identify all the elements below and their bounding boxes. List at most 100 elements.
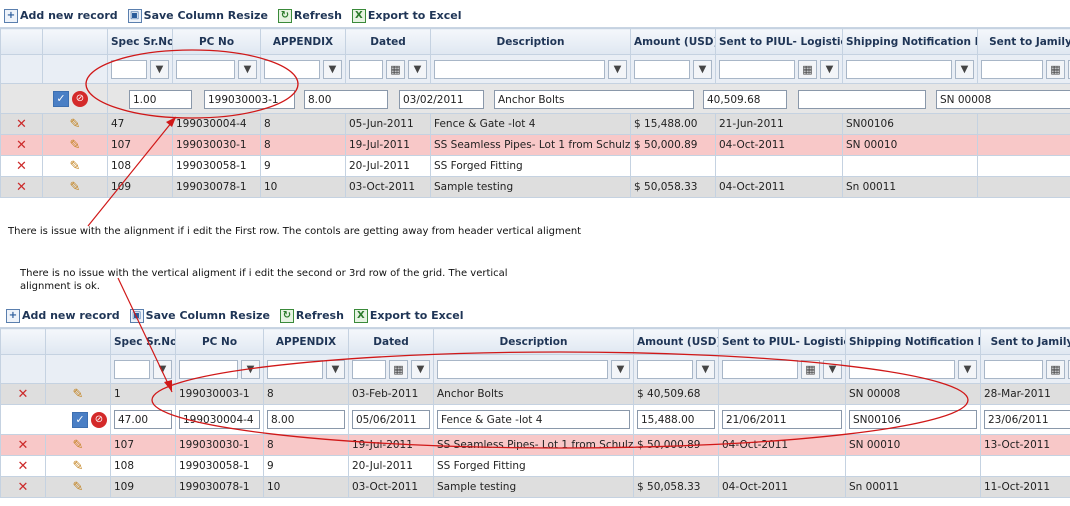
checkmark-icon[interactable]: ✓ <box>53 90 69 107</box>
header-pc-no[interactable]: PC No <box>172 28 261 55</box>
export-excel-button[interactable]: X Export to Excel <box>353 308 463 323</box>
edit-pencil-icon[interactable]: ✎ <box>42 155 108 177</box>
header-appendix[interactable]: APPENDIX <box>263 328 349 355</box>
filter-icon[interactable]: ▼ <box>411 359 430 379</box>
filter-icon[interactable]: ▼ <box>823 359 842 379</box>
pc-no-edit-input[interactable]: 199030003-1 <box>204 90 295 109</box>
delete-icon[interactable]: ✕ <box>0 383 46 405</box>
description-filter-input[interactable] <box>437 359 608 379</box>
header-spec[interactable]: Spec Sr.No. <box>107 28 173 55</box>
filter-icon[interactable]: ▼ <box>693 59 712 79</box>
edit-pencil-icon[interactable]: ✎ <box>42 113 108 135</box>
filter-icon[interactable]: ▼ <box>241 359 260 379</box>
refresh-button[interactable]: ↻ Refresh <box>277 8 342 23</box>
calendar-icon[interactable]: ▦ <box>1046 359 1065 379</box>
header-jamilya[interactable]: Sent to Jamilya <box>980 328 1070 355</box>
header-dated[interactable]: Dated <box>348 328 434 355</box>
header-description[interactable]: Description <box>433 328 634 355</box>
amount-filter-input[interactable] <box>637 359 693 379</box>
edit-pencil-icon[interactable]: ✎ <box>45 476 111 498</box>
filter-icon[interactable]: ▼ <box>326 359 345 379</box>
delete-icon[interactable]: ✕ <box>0 155 43 177</box>
filter-icon[interactable]: ▼ <box>150 59 169 79</box>
header-appendix[interactable]: APPENDIX <box>260 28 346 55</box>
filter-icon[interactable]: ▼ <box>820 59 839 79</box>
pc-no-edit-input[interactable]: 199030004-4 <box>179 410 260 429</box>
delete-icon[interactable]: ✕ <box>0 455 46 477</box>
edit-pencil-icon[interactable]: ✎ <box>42 176 108 198</box>
save-column-resize-button[interactable]: ▣ Save Column Resize <box>129 308 270 323</box>
save-column-resize-button[interactable]: ▣ Save Column Resize <box>127 8 268 23</box>
table-row[interactable]: ✕ ✎ 1 199030003-1 8 03-Feb-2011 Anchor Bolts $… <box>0 383 1070 405</box>
calendar-icon[interactable]: ▦ <box>798 59 817 79</box>
calendar-icon[interactable]: ▦ <box>389 359 408 379</box>
table-row[interactable]: ✕ ✎ 109 199030078-1 10 03-Oct-2011 Sample tes… <box>0 476 1070 498</box>
calendar-icon[interactable]: ▦ <box>1046 59 1065 79</box>
edit-pencil-icon[interactable]: ✎ <box>45 383 111 405</box>
delete-icon[interactable]: ✕ <box>0 434 46 456</box>
filter-icon[interactable]: ▼ <box>955 59 974 79</box>
header-pc-no[interactable]: PC No <box>175 328 264 355</box>
delete-icon[interactable]: ✕ <box>0 113 43 135</box>
table-row[interactable]: ✕ ✎ 109 199030078-1 10 03-Oct-2011 Sample tes… <box>0 176 1070 198</box>
dated-edit-input[interactable]: 05/06/2011 <box>352 410 430 429</box>
description-edit-input[interactable]: Fence & Gate -lot 4 <box>437 410 630 429</box>
shipping-filter-input[interactable] <box>846 59 952 79</box>
spec-filter-input[interactable] <box>111 59 147 79</box>
header-jamilya[interactable]: Sent to Jamilya <box>977 28 1070 55</box>
filter-icon[interactable]: ▼ <box>408 59 427 79</box>
table-row[interactable]: ✕ ✎ 108 199030058-1 9 20-Jul-2011 SS Forged F… <box>0 455 1070 477</box>
dated-filter-input[interactable] <box>352 359 386 379</box>
add-record-button[interactable]: + Add new record <box>4 8 118 23</box>
sent-piul-edit-input[interactable]: 21/06/2011 <box>722 410 842 429</box>
edit-pencil-icon[interactable]: ✎ <box>45 455 111 477</box>
dated-filter-input[interactable] <box>349 59 383 79</box>
filter-icon[interactable]: ▼ <box>608 59 627 79</box>
appendix-filter-input[interactable] <box>267 359 323 379</box>
spec-filter-input[interactable] <box>114 359 150 379</box>
sent-piul-edit-input[interactable] <box>798 90 926 109</box>
calendar-icon[interactable]: ▦ <box>801 359 820 379</box>
table-row[interactable]: ✕ ✎ 108 199030058-1 9 20-Jul-2011 SS Forged F… <box>0 155 1070 177</box>
export-excel-button[interactable]: X Export to Excel <box>351 8 461 23</box>
jamilya-edit-input[interactable]: 23/06/2011 <box>984 410 1070 429</box>
header-amount[interactable]: Amount (USD) <box>630 28 716 55</box>
sent-piul-filter-input[interactable] <box>722 359 798 379</box>
shipping-edit-input[interactable]: SN 00008 <box>936 90 1070 109</box>
appendix-edit-input[interactable]: 8.00 <box>304 90 388 109</box>
description-filter-input[interactable] <box>434 59 605 79</box>
shipping-edit-input[interactable]: SN00106 <box>849 410 977 429</box>
header-sent-piul[interactable]: Sent to PIUL- Logistics <box>715 28 843 55</box>
checkmark-icon[interactable]: ✓ <box>72 411 88 428</box>
edit-pencil-icon[interactable]: ✎ <box>45 434 111 456</box>
header-shipping[interactable]: Shipping Notification NO <box>842 28 978 55</box>
description-edit-input[interactable]: Anchor Bolts <box>494 90 694 109</box>
add-record-button[interactable]: + Add new record <box>6 308 120 323</box>
filter-icon[interactable]: ▼ <box>323 59 342 79</box>
filter-icon[interactable]: ▼ <box>238 59 257 79</box>
jamilya-filter-input[interactable] <box>981 59 1043 79</box>
delete-icon[interactable]: ✕ <box>0 176 43 198</box>
filter-icon[interactable]: ▼ <box>153 359 172 379</box>
appendix-filter-input[interactable] <box>264 59 320 79</box>
refresh-button[interactable]: ↻ Refresh <box>279 308 344 323</box>
amount-filter-input[interactable] <box>634 59 690 79</box>
dated-edit-input[interactable]: 03/02/2011 <box>399 90 484 109</box>
calendar-icon[interactable]: ▦ <box>386 59 405 79</box>
header-amount[interactable]: Amount (USD) <box>633 328 719 355</box>
amount-edit-input[interactable]: 15,488.00 <box>637 410 715 429</box>
header-spec[interactable]: Spec Sr.No. <box>110 328 176 355</box>
table-row[interactable]: ✕ ✎ 47 199030004-4 8 05-Jun-2011 Fence & Gate… <box>0 113 1070 135</box>
header-sent-piul[interactable]: Sent to PIUL- Logistics <box>718 328 846 355</box>
delete-icon[interactable]: ✕ <box>0 134 43 156</box>
filter-icon[interactable]: ▼ <box>611 359 630 379</box>
spec-edit-input[interactable]: 47.00 <box>114 410 172 429</box>
shipping-filter-input[interactable] <box>849 359 955 379</box>
pc-no-filter-input[interactable] <box>179 359 238 379</box>
cancel-icon[interactable]: ⊘ <box>91 411 107 428</box>
jamilya-filter-input[interactable] <box>984 359 1043 379</box>
header-dated[interactable]: Dated <box>345 28 431 55</box>
pc-no-filter-input[interactable] <box>176 59 235 79</box>
appendix-edit-input[interactable]: 8.00 <box>267 410 345 429</box>
delete-icon[interactable]: ✕ <box>0 476 46 498</box>
